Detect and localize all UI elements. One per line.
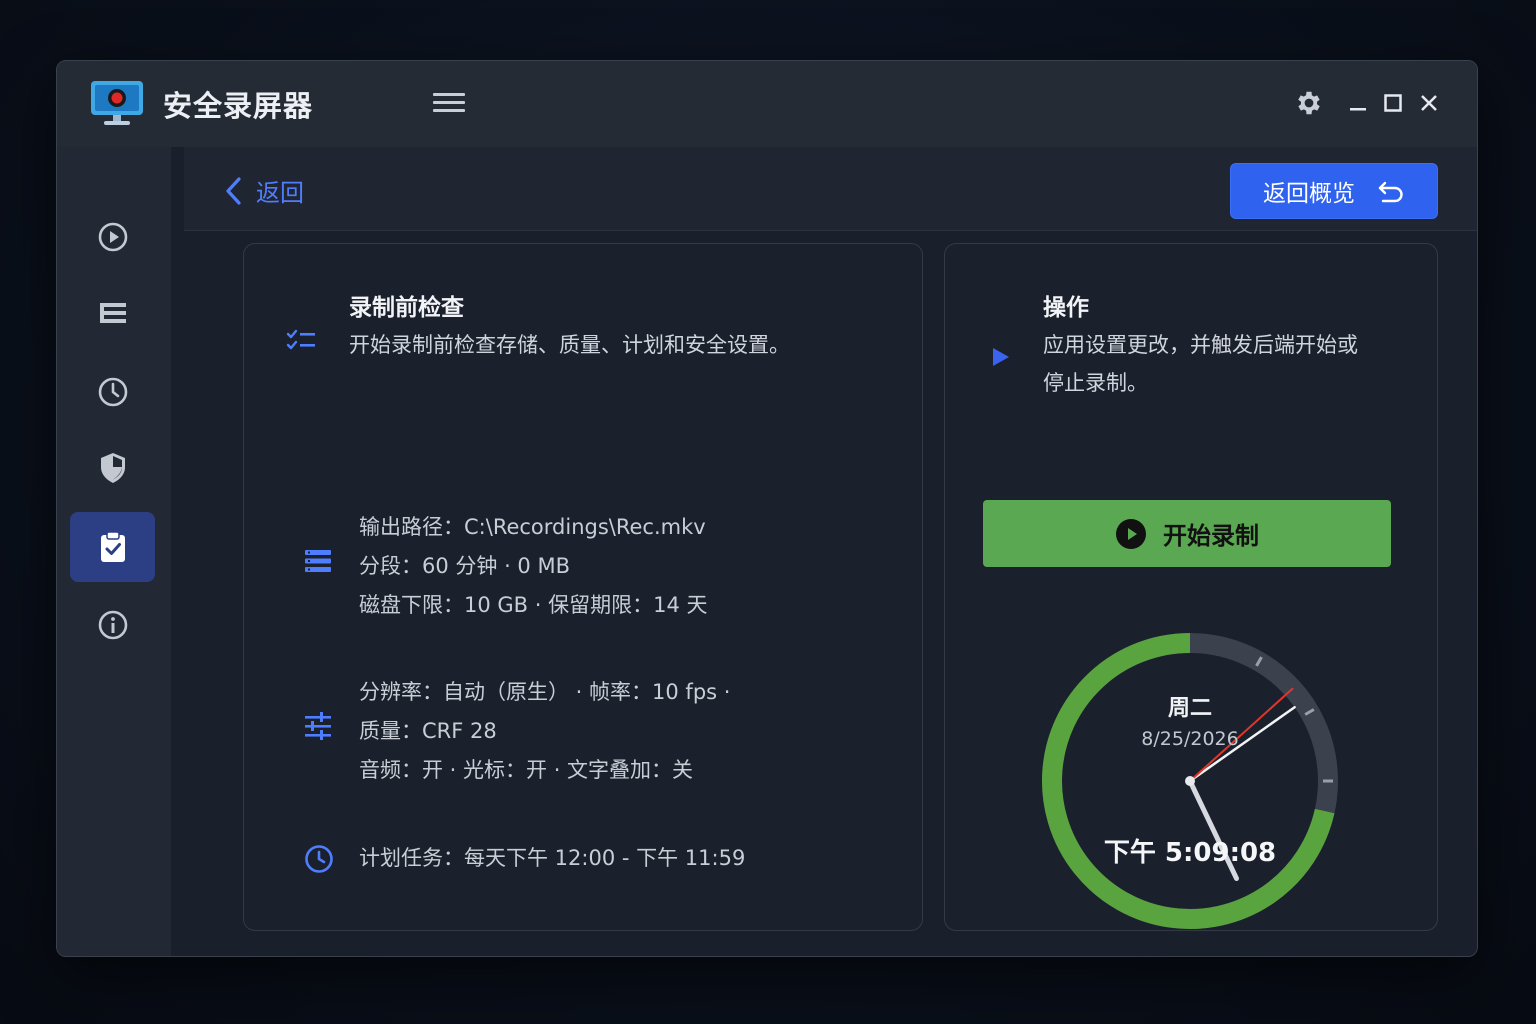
resolution-line: 分辨率：自动（原生） · 帧率：10 fps · xyxy=(359,680,731,704)
clock-face xyxy=(1042,633,1338,929)
back-label: 返回 xyxy=(256,179,304,207)
precheck-title: 录制前检查 xyxy=(349,295,464,321)
action-title: 操作 xyxy=(1043,295,1089,321)
maximize-icon xyxy=(1384,94,1402,112)
clock-day: 周二 xyxy=(1167,696,1212,721)
precheck-description: 开始录制前检查存储、质量、计划和安全设置。 xyxy=(349,333,790,357)
audio-line: 音频：开 · 光标：开 · 文字叠加：关 xyxy=(359,758,694,782)
app-window: 安全录屏器 返回 返回概览 录制前检查 开始录制前检查存储、质量、计划和安全设置… xyxy=(56,60,1478,957)
content-toolbar: 返回 返回概览 xyxy=(184,147,1477,231)
overview-label: 返回概览 xyxy=(1263,181,1355,207)
start-recording-label: 开始录制 xyxy=(1163,522,1259,550)
action-description-2: 停止录制。 xyxy=(1043,371,1148,395)
title-bar: 安全录屏器 xyxy=(57,61,1477,148)
segment-line: 分段：60 分钟 · 0 MB xyxy=(359,554,570,578)
app-title: 安全录屏器 xyxy=(163,89,314,123)
sidebar-item-recording[interactable] xyxy=(70,202,155,272)
minimize-icon xyxy=(1350,108,1366,111)
disk-line: 磁盘下限：10 GB · 保留期限：14 天 xyxy=(359,593,708,617)
clock-date: 8/25/2026 xyxy=(1141,728,1239,750)
sidebar-item-precheck[interactable] xyxy=(70,512,155,582)
sidebar-item-security[interactable] xyxy=(70,433,155,503)
close-button[interactable] xyxy=(1411,85,1447,121)
sidebar xyxy=(57,147,172,956)
storage-list-icon xyxy=(305,550,331,572)
undo-arrow-icon xyxy=(1378,181,1403,203)
output-path-line: 输出路径：C:\Recordings\Rec.mkv xyxy=(359,515,706,539)
main-content: 返回 返回概览 录制前检查 开始录制前检查存储、质量、计划和安全设置。 输出路径… xyxy=(171,147,1477,956)
monitor-record-icon xyxy=(91,81,143,125)
sidebar-item-about[interactable] xyxy=(70,590,155,660)
clock-icon xyxy=(98,377,127,407)
maximize-button[interactable] xyxy=(1375,85,1411,121)
schedule-line: 计划任务：每天下午 12:00 - 下午 11:59 xyxy=(359,846,746,870)
precheck-card: 录制前检查 开始录制前检查存储、质量、计划和安全设置。 输出路径：C:\Reco… xyxy=(243,243,923,931)
clock-time: 下午 5:09:08 xyxy=(1103,838,1277,868)
close-icon xyxy=(1421,95,1437,111)
crf-line: 质量：CRF 28 xyxy=(359,719,497,743)
chevron-left-icon xyxy=(226,176,241,205)
hamburger-menu-button[interactable] xyxy=(433,89,465,119)
play-triangle-icon xyxy=(993,348,1009,366)
analog-clock: 周二 8/25/2026 下午 5:09:08 xyxy=(1037,628,1343,934)
clock-center-pin xyxy=(1185,776,1195,786)
play-circle-icon xyxy=(98,222,127,252)
gear-icon xyxy=(1298,91,1320,115)
back-to-overview-button[interactable]: 返回概览 xyxy=(1231,164,1437,218)
list-icon xyxy=(99,303,126,323)
sliders-icon xyxy=(305,712,331,740)
schedule-clock-icon xyxy=(305,845,333,873)
minimize-button[interactable] xyxy=(1340,85,1376,121)
play-circle-icon xyxy=(1116,518,1146,549)
action-description-1: 应用设置更改，并触发后端开始或 xyxy=(1043,333,1358,357)
back-link[interactable]: 返回 xyxy=(224,173,304,208)
sidebar-item-schedule[interactable] xyxy=(70,357,155,427)
info-icon xyxy=(98,610,127,640)
sidebar-item-list[interactable] xyxy=(70,278,155,348)
checklist-icon xyxy=(286,329,315,350)
action-card: 操作 应用设置更改，并触发后端开始或 停止录制。 开始录制 周二 8/25/20… xyxy=(944,243,1438,931)
settings-button[interactable] xyxy=(1291,85,1327,121)
clipboard-check-icon xyxy=(100,531,125,562)
shield-icon xyxy=(100,453,125,483)
start-recording-button[interactable]: 开始录制 xyxy=(983,500,1391,567)
